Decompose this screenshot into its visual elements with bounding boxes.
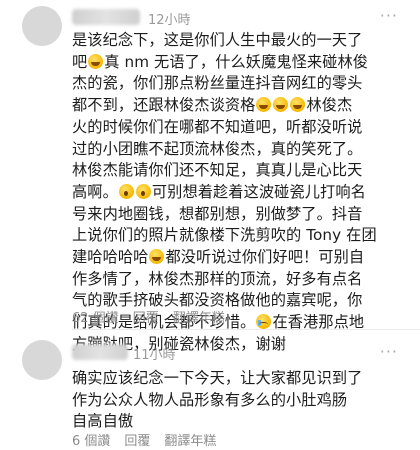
like-count[interactable]: 6 個讚: [72, 430, 110, 449]
username-blurred[interactable]: [72, 9, 140, 25]
avatar[interactable]: [22, 340, 62, 380]
laughing-tears-emoji-icon: [149, 249, 165, 265]
comment-text: 确实应该纪念一下今天，让大家都见识到了 作为公众人物人品形象有多么的小肚鸡肠 自高自…: [72, 369, 363, 431]
laughing-tears-emoji-icon: [88, 53, 104, 69]
comment-actions: 6 個讚 回覆 翻譯年糕: [72, 430, 216, 449]
more-options-icon[interactable]: ···: [380, 342, 398, 361]
laughing-tears-emoji-icon: [256, 97, 272, 113]
surprised-face-emoji-icon: [118, 183, 134, 199]
reply-button[interactable]: 回覆: [124, 430, 150, 449]
comment-timestamp: 12小時: [148, 13, 191, 28]
translate-button[interactable]: 翻譯年糕: [173, 307, 225, 326]
more-options-icon[interactable]: ···: [380, 6, 398, 25]
laughing-tears-emoji-icon: [290, 97, 306, 113]
avatar[interactable]: [22, 6, 62, 46]
comment-timestamp: 11小時: [133, 348, 176, 363]
like-count[interactable]: 62 個讚: [72, 307, 119, 326]
comment-actions: 62 個讚 回覆 翻譯年糕: [72, 307, 225, 326]
comment-2: 11小時 ··· 确实应该纪念一下今天，让大家都见识到了 作为公众人物人品形象有多…: [0, 330, 420, 450]
laughing-tears-emoji-icon: [273, 97, 289, 113]
comment-1: 12小時 ··· 是该纪念下，这是你们人生中最火的一天了吧真 nm 无语了，什么…: [0, 0, 420, 353]
crying-face-emoji-icon: [256, 314, 272, 330]
reply-button[interactable]: 回覆: [133, 307, 159, 326]
surprised-face-emoji-icon: [135, 183, 151, 199]
translate-button[interactable]: 翻譯年糕: [164, 430, 216, 449]
username-blurred[interactable]: [72, 344, 128, 360]
